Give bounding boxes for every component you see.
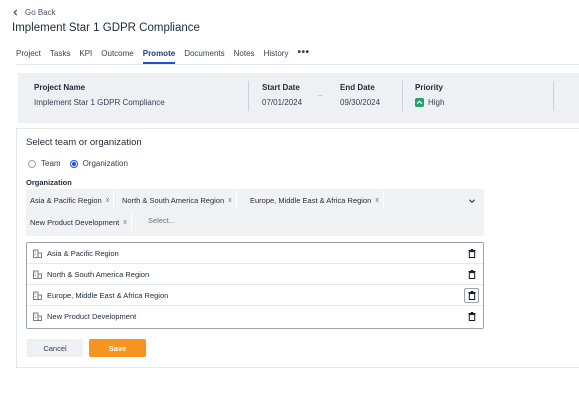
project-name-value: Implement Star 1 GDPR Compliance bbox=[34, 98, 165, 107]
delete-button[interactable] bbox=[464, 267, 479, 282]
list-item: Europe, Middle East & Africa Region bbox=[27, 285, 483, 306]
cancel-button[interactable]: Cancel bbox=[27, 339, 83, 357]
trash-icon bbox=[468, 270, 475, 279]
tab-project[interactable]: Project bbox=[16, 49, 41, 64]
end-date-label: End Date bbox=[340, 83, 375, 92]
trash-icon bbox=[468, 312, 475, 321]
chevron-up-icon bbox=[415, 98, 424, 107]
save-button[interactable]: Save bbox=[89, 339, 146, 357]
list-item: Asia & Pacific Region bbox=[27, 243, 483, 264]
chip-remove-icon[interactable]: x bbox=[123, 219, 127, 226]
building-icon bbox=[33, 270, 42, 279]
list-item: North & South America Region bbox=[27, 264, 483, 285]
summary-divider bbox=[553, 81, 554, 111]
arrow-right-icon: → bbox=[316, 90, 324, 99]
project-name-label: Project Name bbox=[34, 83, 86, 92]
building-icon bbox=[33, 312, 42, 321]
start-date-label: Start Date bbox=[262, 83, 300, 92]
multiselect-placeholder[interactable]: Select... bbox=[148, 216, 175, 225]
tab-tasks[interactable]: Tasks bbox=[50, 49, 70, 64]
chip-label: New Product Development bbox=[30, 217, 120, 227]
summary-divider bbox=[248, 81, 249, 111]
chip-label: Europe, Middle East & Africa Region bbox=[250, 195, 372, 205]
tab-notes[interactable]: Notes bbox=[234, 49, 255, 64]
chip-label: Asia & Pacific Region bbox=[30, 195, 102, 205]
selected-chip: Europe, Middle East & Africa Region x bbox=[246, 191, 384, 209]
chip-remove-icon[interactable]: x bbox=[228, 197, 232, 204]
tab-bar: Project Tasks KPI Outcome Promote Docume… bbox=[16, 48, 579, 65]
chevron-left-icon bbox=[13, 8, 18, 16]
list-item-label: New Product Development bbox=[47, 312, 137, 321]
selected-organizations-list: Asia & Pacific Region North & South Amer… bbox=[26, 242, 484, 329]
chip-remove-icon[interactable]: x bbox=[106, 197, 110, 204]
go-back-label: Go Back bbox=[25, 7, 56, 17]
end-date-value: 09/30/2024 bbox=[340, 98, 381, 107]
priority-value: High bbox=[428, 98, 445, 107]
tabs-divider bbox=[16, 64, 579, 65]
tab-outcome[interactable]: Outcome bbox=[101, 49, 133, 64]
tab-promote[interactable]: Promote bbox=[142, 49, 176, 64]
trash-icon bbox=[468, 249, 475, 258]
chip-remove-icon[interactable]: x bbox=[375, 197, 379, 204]
selected-chip: New Product Development x bbox=[26, 213, 132, 231]
building-icon bbox=[33, 291, 42, 300]
go-back-link[interactable]: Go Back bbox=[12, 6, 56, 18]
tab-documents[interactable]: Documents bbox=[184, 49, 224, 64]
delete-button[interactable] bbox=[464, 246, 479, 261]
priority-label: Priority bbox=[415, 83, 444, 92]
selected-chip: Asia & Pacific Region x bbox=[26, 191, 115, 209]
chip-label: North & South America Region bbox=[122, 195, 225, 205]
section-title: Select team or organization bbox=[26, 137, 142, 148]
project-summary-panel: Project Name Implement Star 1 GDPR Compl… bbox=[18, 73, 579, 123]
summary-divider bbox=[402, 81, 403, 111]
tab-history[interactable]: History bbox=[264, 49, 289, 64]
building-icon bbox=[33, 249, 42, 258]
page-title: Implement Star 1 GDPR Compliance bbox=[12, 22, 200, 34]
delete-button[interactable] bbox=[464, 288, 479, 303]
trash-icon bbox=[468, 291, 475, 300]
organization-radio[interactable] bbox=[69, 159, 78, 168]
team-radio[interactable] bbox=[28, 159, 36, 168]
organization-multiselect[interactable]: Asia & Pacific Region x North & South Am… bbox=[26, 189, 484, 236]
list-item-label: North & South America Region bbox=[47, 269, 150, 279]
start-date-value: 07/01/2024 bbox=[262, 98, 303, 107]
organization-radio-label[interactable]: Organization bbox=[83, 159, 128, 168]
tab-kpi[interactable]: KPI bbox=[79, 49, 92, 64]
selected-chip: North & South America Region x bbox=[118, 191, 237, 209]
more-tabs-button[interactable]: ••• bbox=[297, 48, 309, 58]
list-item-label: Europe, Middle East & Africa Region bbox=[47, 290, 169, 300]
list-item-label: Asia & Pacific Region bbox=[47, 248, 119, 258]
chevron-down-icon[interactable] bbox=[468, 197, 476, 205]
target-type-radio-group: Team Organization bbox=[28, 159, 137, 168]
team-radio-label[interactable]: Team bbox=[41, 159, 61, 168]
organization-field-label: Organization bbox=[26, 178, 72, 187]
delete-button[interactable] bbox=[464, 309, 479, 324]
list-item: New Product Development bbox=[27, 306, 483, 327]
